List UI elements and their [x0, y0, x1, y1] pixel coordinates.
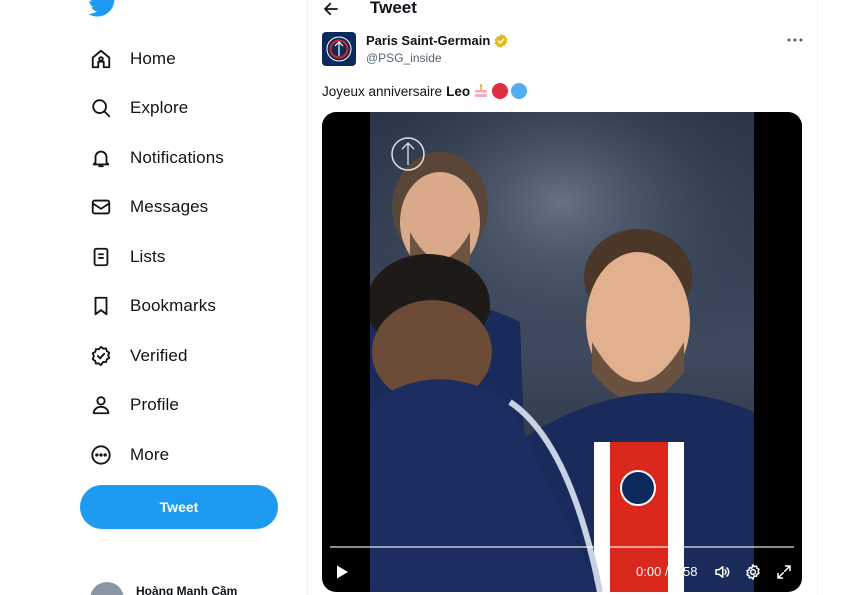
- psg-crest-icon: [326, 36, 352, 62]
- account-name: Hoàng Mạnh Cầm: [136, 584, 238, 595]
- volume-icon[interactable]: [713, 563, 731, 581]
- nav-item-messages[interactable]: Messages: [80, 183, 224, 233]
- gear-icon[interactable]: [744, 563, 762, 581]
- video-frame: [370, 112, 754, 592]
- nav-label: Profile: [130, 395, 179, 415]
- author-avatar[interactable]: [322, 32, 356, 66]
- nav-item-verified[interactable]: Verified: [80, 331, 224, 381]
- search-icon: [88, 95, 114, 121]
- nav-item-bookmarks[interactable]: Bookmarks: [80, 282, 224, 332]
- bell-icon: [88, 145, 114, 171]
- author-name[interactable]: Paris Saint-Germain: [366, 33, 490, 48]
- more-options-icon[interactable]: [786, 34, 804, 46]
- blue-circle-emoji-icon: [511, 83, 528, 99]
- nav-label: Notifications: [130, 147, 224, 167]
- video-player[interactable]: 0:00 / 0:58: [322, 112, 802, 592]
- sidebar: Home Explore Notifications Messages List…: [0, 0, 300, 595]
- tweet-text: Joyeux anniversaire Leo: [322, 83, 528, 99]
- back-arrow-icon[interactable]: [322, 0, 340, 18]
- nav-label: Messages: [130, 197, 209, 217]
- verified-badge-icon: [88, 343, 114, 369]
- cake-emoji-icon: [475, 84, 488, 97]
- avatar: [90, 582, 124, 595]
- nav-item-explore[interactable]: Explore: [80, 84, 224, 134]
- red-circle-emoji-icon: [492, 83, 509, 99]
- nav-item-more[interactable]: More: [80, 430, 224, 480]
- home-icon: [88, 46, 114, 72]
- nav-item-profile[interactable]: Profile: [80, 381, 224, 431]
- twitter-logo-icon[interactable]: [88, 0, 118, 18]
- account-switcher[interactable]: Hoàng Mạnh Cầm: [90, 580, 237, 595]
- list-icon: [88, 244, 114, 270]
- nav-label: Verified: [130, 345, 188, 365]
- nav-label: Lists: [130, 246, 166, 266]
- nav-label: Home: [130, 48, 176, 68]
- tweet-text-mention: Leo: [446, 83, 471, 99]
- person-icon: [88, 392, 114, 418]
- column-divider: [307, 0, 308, 595]
- video-controls: 0:00 / 0:58: [322, 558, 802, 586]
- author-handle[interactable]: @PSG_inside: [366, 51, 442, 65]
- bookmark-icon: [88, 293, 114, 319]
- column-divider: [817, 0, 818, 595]
- nav-item-home[interactable]: Home: [80, 34, 224, 84]
- tweet-text-prefix: Joyeux anniversaire: [322, 83, 443, 99]
- page-title: Tweet: [370, 0, 417, 17]
- more-circle-icon: [88, 442, 114, 468]
- tweet-compose-button[interactable]: Tweet: [80, 485, 278, 529]
- nav-item-lists[interactable]: Lists: [80, 232, 224, 282]
- fullscreen-icon[interactable]: [775, 563, 793, 581]
- nav-label: Bookmarks: [130, 296, 216, 316]
- nav-label: More: [130, 444, 170, 464]
- primary-nav: Home Explore Notifications Messages List…: [80, 34, 224, 480]
- envelope-icon: [88, 194, 114, 220]
- page-header: Tweet: [308, 0, 817, 22]
- nav-item-notifications[interactable]: Notifications: [80, 133, 224, 183]
- play-icon[interactable]: [334, 564, 350, 580]
- verified-gold-icon: [494, 34, 508, 48]
- video-time: 0:00 / 0:58: [636, 564, 698, 579]
- video-progress-bar[interactable]: [330, 546, 794, 548]
- nav-label: Explore: [130, 98, 189, 118]
